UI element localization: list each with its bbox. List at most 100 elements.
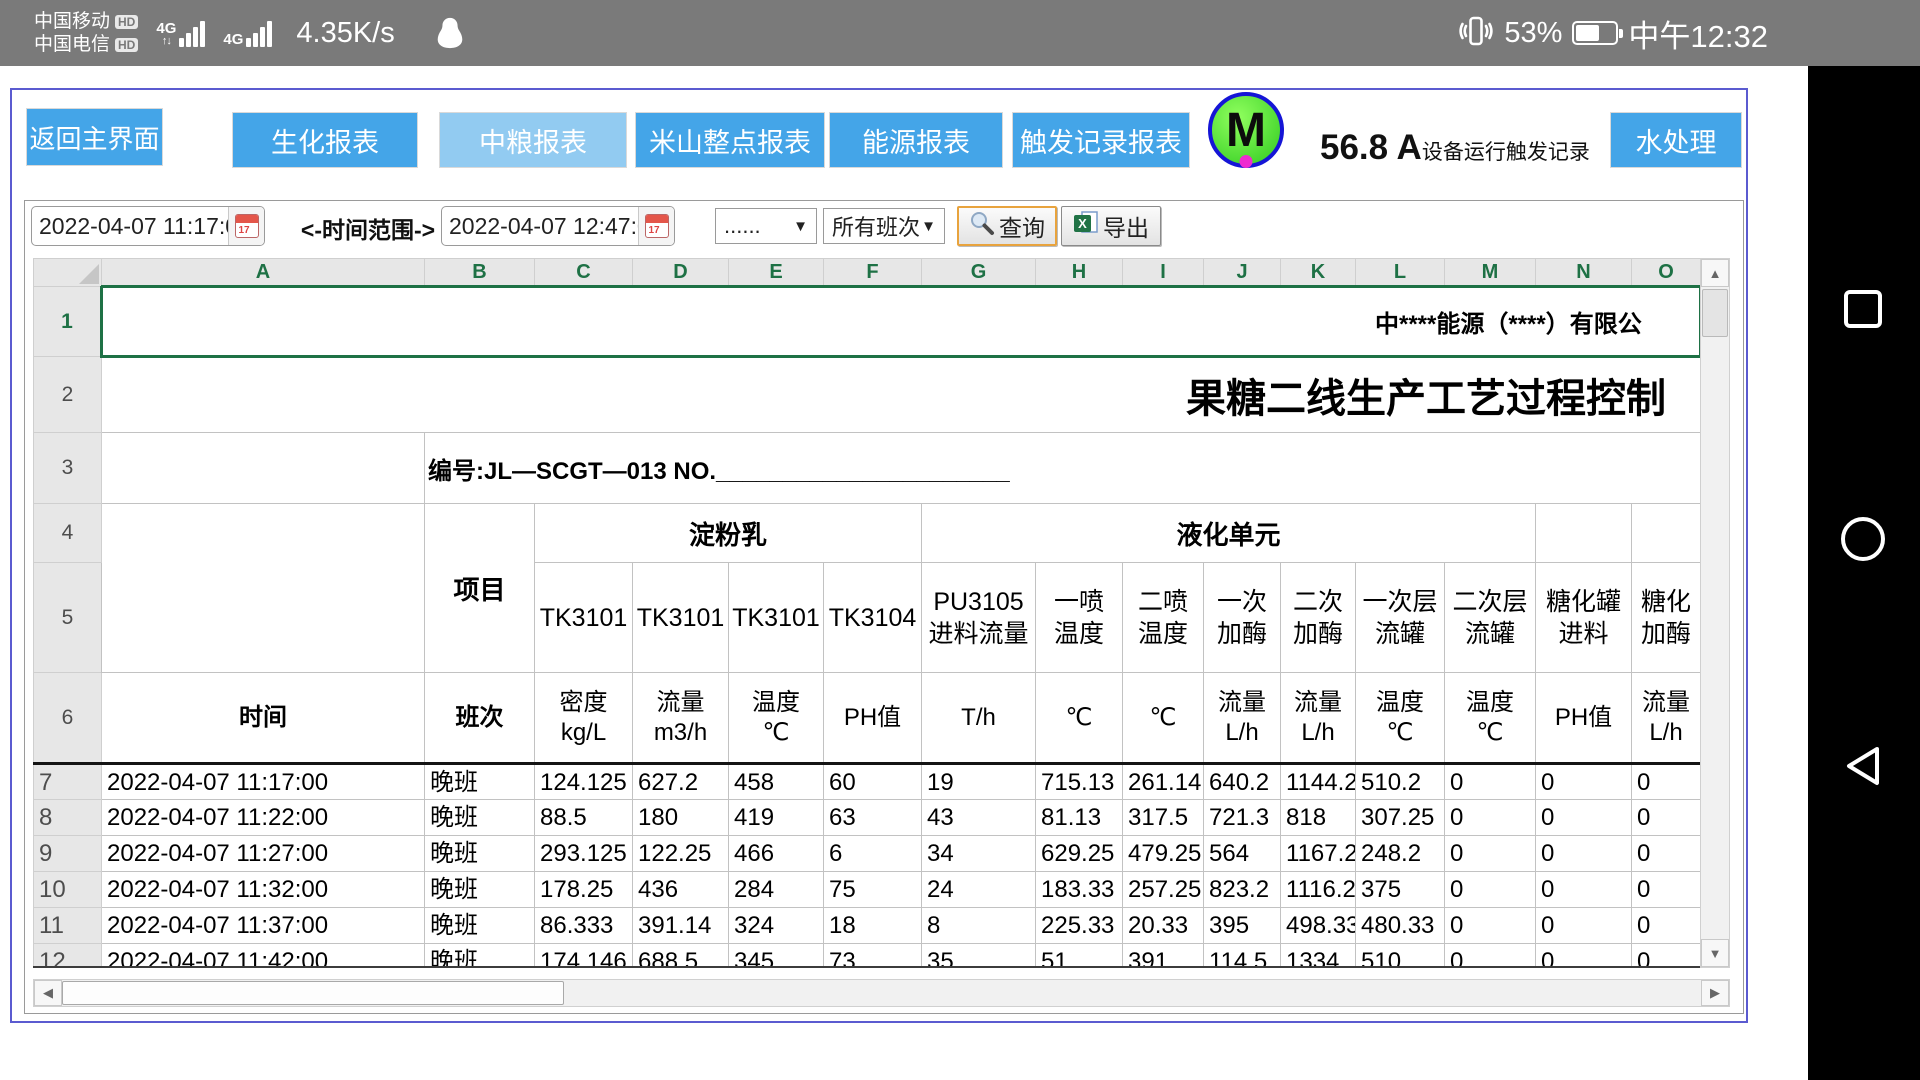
horizontal-scrollbar[interactable]: ◀ ▶ bbox=[33, 979, 1730, 1007]
cell-value[interactable]: 0 bbox=[1536, 836, 1632, 872]
cell-time[interactable]: 2022-04-07 11:42:00 bbox=[102, 944, 425, 969]
cell-value[interactable]: 122.25 bbox=[633, 836, 729, 872]
cell-value[interactable]: 0 bbox=[1536, 764, 1632, 800]
back-to-main-button[interactable]: 返回主界面 bbox=[26, 108, 163, 166]
row-header[interactable]: 5 bbox=[34, 563, 102, 673]
row-header[interactable]: 8 bbox=[34, 800, 102, 836]
row-header[interactable]: 1 bbox=[34, 287, 102, 357]
horizontal-scrollbar-thumb[interactable] bbox=[62, 981, 564, 1005]
column-header[interactable]: K bbox=[1281, 259, 1356, 287]
cell-value[interactable]: 391 bbox=[1123, 944, 1204, 969]
cell-value[interactable]: 458 bbox=[729, 764, 824, 800]
cell-value[interactable]: 261.14 bbox=[1123, 764, 1204, 800]
row-header[interactable]: 4 bbox=[34, 504, 102, 563]
row-header[interactable]: 2 bbox=[34, 357, 102, 433]
cell-value[interactable]: 225.33 bbox=[1036, 908, 1123, 944]
empty-cell[interactable] bbox=[102, 504, 425, 673]
cell-value[interactable]: 564 bbox=[1204, 836, 1281, 872]
column-header[interactable]: H bbox=[1036, 259, 1123, 287]
cell-value[interactable]: 1167.2 bbox=[1281, 836, 1356, 872]
column-header[interactable]: J bbox=[1204, 259, 1281, 287]
row-header[interactable]: 10 bbox=[34, 872, 102, 908]
cell-value[interactable]: 0 bbox=[1445, 764, 1536, 800]
company-title-cell[interactable]: 中****能源（****）有限公 bbox=[102, 287, 1701, 357]
cell-value[interactable]: 1116.2 bbox=[1281, 872, 1356, 908]
equip-header[interactable]: TK3101 bbox=[535, 563, 633, 673]
cell-value[interactable]: 284 bbox=[729, 872, 824, 908]
cell-value[interactable]: 60 bbox=[824, 764, 922, 800]
cell-value[interactable]: 183.33 bbox=[1036, 872, 1123, 908]
cell-value[interactable]: 1334 bbox=[1281, 944, 1356, 969]
vertical-scrollbar[interactable]: ▲ ▼ bbox=[1700, 258, 1730, 968]
equip-header[interactable]: TK3101 bbox=[633, 563, 729, 673]
cell-shift[interactable]: 晚班 bbox=[425, 872, 535, 908]
date-to-value[interactable]: 2022-04-07 12:47:00 bbox=[442, 207, 638, 245]
liquefaction-group-cell[interactable]: 液化单元 bbox=[922, 504, 1536, 563]
cell-value[interactable]: 0 bbox=[1632, 944, 1701, 969]
cell-value[interactable]: 0 bbox=[1632, 872, 1701, 908]
cell-value[interactable]: 480.33 bbox=[1356, 908, 1445, 944]
shift-dropdown[interactable]: 所有班次 ▼ bbox=[823, 208, 945, 244]
home-button-icon[interactable] bbox=[1841, 517, 1885, 561]
cell-value[interactable]: 0 bbox=[1632, 800, 1701, 836]
select-all-corner[interactable] bbox=[34, 259, 102, 287]
cell-value[interactable]: 8 bbox=[922, 908, 1036, 944]
cell-value[interactable]: 114.5 bbox=[1204, 944, 1281, 969]
column-header[interactable]: B bbox=[425, 259, 535, 287]
calendar-picker-button[interactable]: 17 bbox=[638, 207, 674, 245]
row-header[interactable]: 11 bbox=[34, 908, 102, 944]
cell-value[interactable]: 124.125 bbox=[535, 764, 633, 800]
cell-value[interactable]: 0 bbox=[1445, 872, 1536, 908]
cell-value[interactable]: 19 bbox=[922, 764, 1036, 800]
cell-value[interactable]: 63 bbox=[824, 800, 922, 836]
cell-value[interactable]: 174.146 bbox=[535, 944, 633, 969]
cell-value[interactable]: 43 bbox=[922, 800, 1036, 836]
cell-shift[interactable]: 晚班 bbox=[425, 908, 535, 944]
m-logo[interactable]: M bbox=[1208, 92, 1284, 168]
cell-value[interactable]: 818 bbox=[1281, 800, 1356, 836]
tab-zhongliang-report[interactable]: 中粮报表 bbox=[439, 112, 627, 168]
unit-header[interactable]: T/h bbox=[922, 673, 1036, 764]
unit-header[interactable]: 流量 L/h bbox=[1632, 673, 1701, 764]
row-header[interactable]: 12 bbox=[34, 944, 102, 969]
cell-value[interactable]: 248.2 bbox=[1356, 836, 1445, 872]
equip-header[interactable]: 糖化 加酶 bbox=[1632, 563, 1701, 673]
equip-header[interactable]: 二次层 流罐 bbox=[1445, 563, 1536, 673]
cell-value[interactable]: 419 bbox=[729, 800, 824, 836]
cell-value[interactable]: 0 bbox=[1536, 800, 1632, 836]
cell-value[interactable]: 479.25 bbox=[1123, 836, 1204, 872]
cell-value[interactable]: 0 bbox=[1536, 872, 1632, 908]
equip-header[interactable]: 一喷 温度 bbox=[1036, 563, 1123, 673]
cell-value[interactable]: 51 bbox=[1036, 944, 1123, 969]
cell-value[interactable]: 324 bbox=[729, 908, 824, 944]
cell-value[interactable]: 18 bbox=[824, 908, 922, 944]
row-header[interactable]: 6 bbox=[34, 673, 102, 764]
cell-value[interactable]: 24 bbox=[922, 872, 1036, 908]
cell-value[interactable]: 0 bbox=[1536, 908, 1632, 944]
cell-value[interactable]: 81.13 bbox=[1036, 800, 1123, 836]
unit-header[interactable]: PH值 bbox=[1536, 673, 1632, 764]
column-header[interactable]: O bbox=[1632, 259, 1701, 287]
vertical-scrollbar-thumb[interactable] bbox=[1702, 289, 1728, 337]
shift-column-header[interactable]: 班次 bbox=[425, 673, 535, 764]
row-header[interactable]: 9 bbox=[34, 836, 102, 872]
column-header[interactable]: L bbox=[1356, 259, 1445, 287]
cell-value[interactable]: 75 bbox=[824, 872, 922, 908]
column-header[interactable]: A bbox=[102, 259, 425, 287]
cell-value[interactable]: 391.14 bbox=[633, 908, 729, 944]
tab-biochem-report[interactable]: 生化报表 bbox=[232, 112, 418, 168]
back-button-icon[interactable] bbox=[1841, 743, 1885, 794]
cell-value[interactable]: 510 bbox=[1356, 944, 1445, 969]
cell-value[interactable]: 345 bbox=[729, 944, 824, 969]
unit-header[interactable]: 流量 L/h bbox=[1281, 673, 1356, 764]
cell-value[interactable]: 178.25 bbox=[535, 872, 633, 908]
equip-header[interactable]: TK3104 bbox=[824, 563, 922, 673]
cell-value[interactable]: 0 bbox=[1445, 908, 1536, 944]
cell-time[interactable]: 2022-04-07 11:17:00 bbox=[102, 764, 425, 800]
cell-shift[interactable]: 晚班 bbox=[425, 800, 535, 836]
cell-value[interactable]: 34 bbox=[922, 836, 1036, 872]
equip-header[interactable]: 糖化罐 进料 bbox=[1536, 563, 1632, 673]
unit-header[interactable]: ℃ bbox=[1036, 673, 1123, 764]
empty-cell[interactable] bbox=[1632, 504, 1701, 563]
unit-header[interactable]: PH值 bbox=[824, 673, 922, 764]
